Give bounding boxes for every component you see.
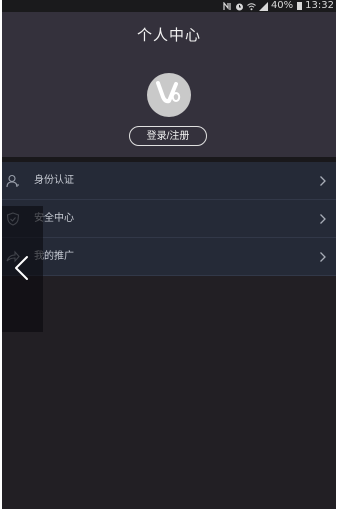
page-title: 个人中心: [136, 26, 201, 44]
battery-percent: 40%: [270, 0, 294, 11]
menu-item-identity-verification[interactable]: 身份认证: [2, 162, 336, 200]
nfc-icon: [223, 1, 232, 11]
status-icons: 40% 13:32: [223, 0, 334, 12]
uo-logo-icon: [154, 80, 184, 110]
person-icon: [6, 174, 20, 188]
status-bar: 40% 13:32: [2, 0, 336, 12]
alarm-icon: [235, 2, 244, 11]
wifi-icon: [247, 2, 256, 11]
back-button-overlay[interactable]: [2, 206, 43, 332]
battery-icon: [297, 2, 303, 10]
avatar[interactable]: [147, 73, 191, 117]
chevron-right-icon: [319, 251, 327, 263]
profile-header: 个人中心 登录/注册: [2, 12, 336, 157]
menu-item-label: 身份认证: [34, 175, 74, 186]
signal-icon: [258, 1, 268, 11]
menu-item-my-promotion[interactable]: 我的推广: [2, 238, 336, 276]
menu-item-security-center[interactable]: 安全中心: [2, 200, 336, 238]
app-screen: 40% 13:32 个人中心 登录/注册 身份认证 安全中心 我的推广: [2, 0, 336, 509]
menu-list: 身份认证 安全中心 我的推广: [2, 162, 336, 276]
back-arrow-icon: [13, 255, 29, 281]
chevron-right-icon: [319, 213, 327, 225]
clock: 13:32: [305, 0, 334, 11]
login-register-button[interactable]: 登录/注册: [129, 126, 207, 146]
chevron-right-icon: [319, 175, 327, 187]
